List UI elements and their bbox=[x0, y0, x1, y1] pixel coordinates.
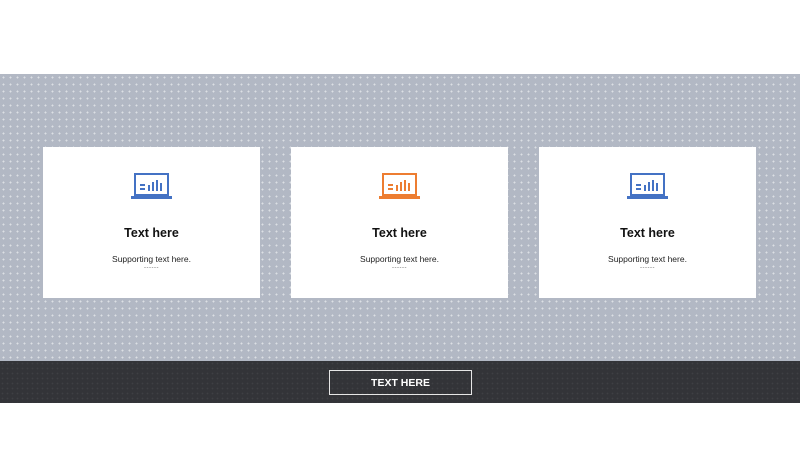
card-subtitle: Supporting text here. bbox=[608, 254, 687, 264]
card-title: Text here bbox=[372, 226, 427, 240]
card-subtitle: Supporting text here. bbox=[112, 254, 191, 264]
feature-card-3: Text here Supporting text here. ------ bbox=[539, 147, 756, 298]
card-more: ------ bbox=[392, 265, 407, 271]
card-subtitle: Supporting text here. bbox=[360, 254, 439, 264]
footer-cta-button[interactable]: TEXT HERE bbox=[329, 370, 472, 395]
laptop-chart-icon bbox=[131, 173, 172, 199]
footer-bar: TEXT HERE bbox=[0, 361, 800, 403]
laptop-chart-icon bbox=[379, 173, 420, 199]
card-title: Text here bbox=[124, 226, 179, 240]
feature-card-2: Text here Supporting text here. ------ bbox=[291, 147, 508, 298]
card-title: Text here bbox=[620, 226, 675, 240]
card-more: ------ bbox=[144, 265, 159, 271]
feature-card-1: Text here Supporting text here. ------ bbox=[43, 147, 260, 298]
laptop-chart-icon bbox=[627, 173, 668, 199]
card-more: ------ bbox=[640, 265, 655, 271]
